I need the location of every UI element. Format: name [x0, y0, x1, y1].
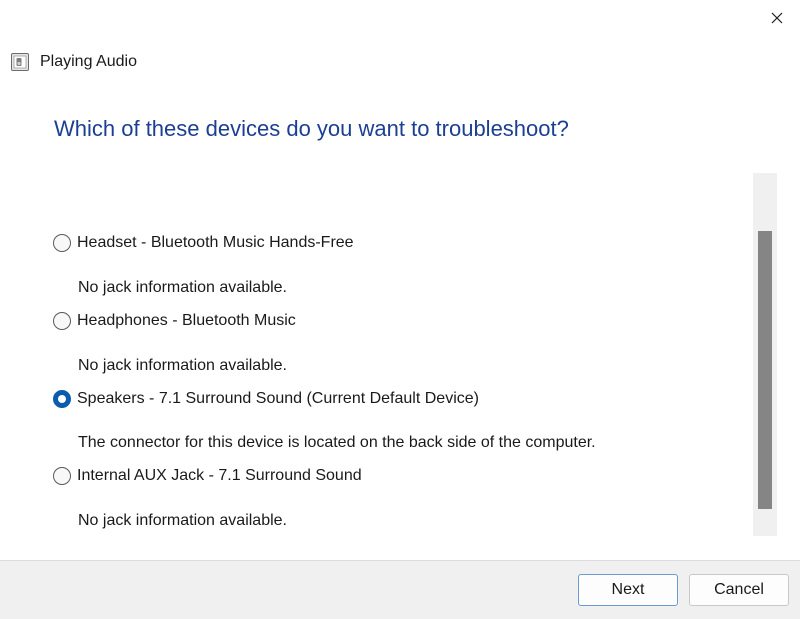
device-description: No jack information available.: [78, 512, 287, 529]
radio-button[interactable]: [53, 234, 71, 252]
speaker-icon: [10, 52, 30, 72]
vertical-scrollbar[interactable]: [753, 173, 777, 536]
troubleshooter-window: Playing Audio Which of these devices do …: [0, 0, 800, 619]
radio-button[interactable]: [53, 467, 71, 485]
radio-button[interactable]: [53, 312, 71, 330]
device-option-headphones[interactable]: Headphones - Bluetooth Music: [53, 309, 296, 333]
close-button[interactable]: [754, 0, 800, 36]
cancel-button[interactable]: Cancel: [689, 574, 789, 606]
device-option-headset[interactable]: Headset - Bluetooth Music Hands-Free: [53, 231, 354, 255]
next-button[interactable]: Next: [578, 574, 678, 606]
app-title: Playing Audio: [40, 53, 137, 70]
device-description: The connector for this device is located…: [78, 434, 596, 451]
device-description: No jack information available.: [78, 357, 287, 374]
footer-bar: Next Cancel: [0, 560, 800, 619]
device-option-internal-aux[interactable]: Internal AUX Jack - 7.1 Surround Sound: [53, 464, 362, 488]
radio-button-selected[interactable]: [53, 390, 71, 408]
app-header: Playing Audio: [10, 50, 137, 74]
device-option-speakers[interactable]: Speakers - 7.1 Surround Sound (Current D…: [53, 387, 479, 411]
device-label: Headset - Bluetooth Music Hands-Free: [77, 234, 354, 251]
device-description: No jack information available.: [78, 279, 287, 296]
device-label: Speakers - 7.1 Surround Sound (Current D…: [77, 390, 479, 407]
scrollbar-thumb[interactable]: [758, 231, 772, 509]
close-icon: [771, 12, 783, 24]
device-label: Headphones - Bluetooth Music: [77, 312, 296, 329]
device-label: Internal AUX Jack - 7.1 Surround Sound: [77, 467, 362, 484]
page-heading: Which of these devices do you want to tr…: [54, 116, 569, 141]
